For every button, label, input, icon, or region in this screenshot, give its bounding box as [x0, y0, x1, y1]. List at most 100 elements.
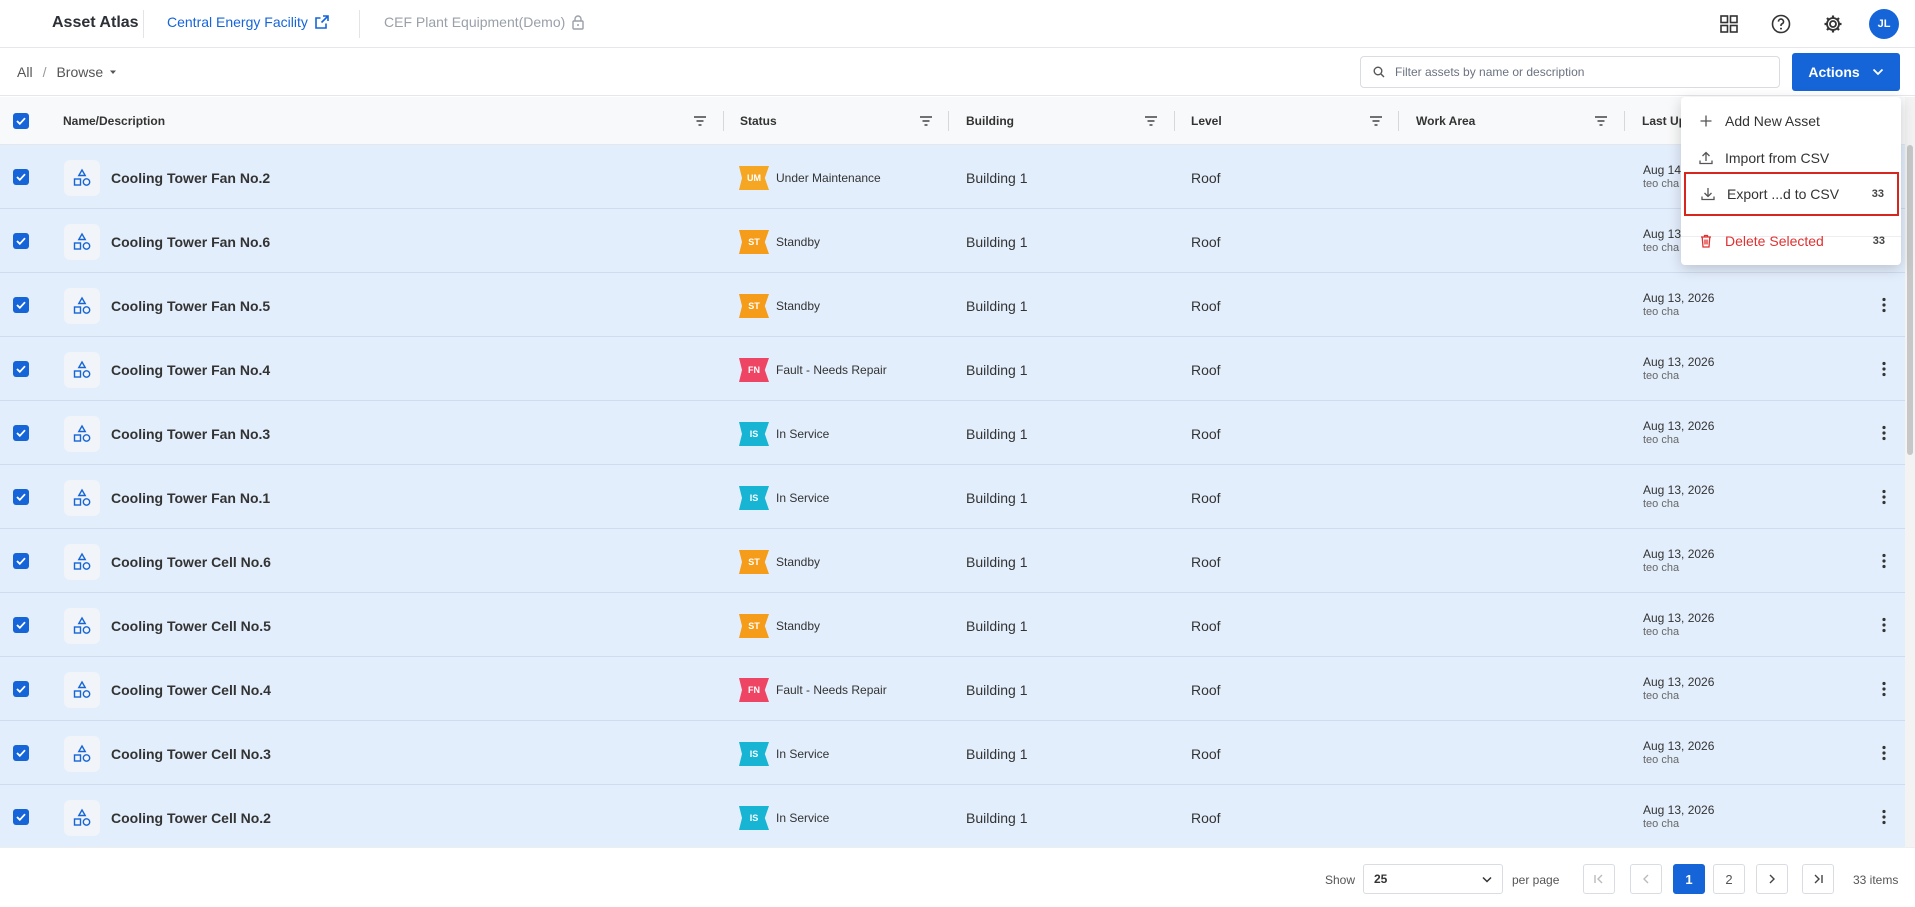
row-checkbox[interactable] — [13, 361, 29, 377]
asset-name[interactable]: Cooling Tower Cell No.4 — [111, 682, 271, 698]
row-menu-icon[interactable] — [1877, 615, 1891, 635]
asset-name[interactable]: Cooling Tower Cell No.3 — [111, 746, 271, 762]
column-header-name[interactable]: Name/Description — [63, 114, 165, 128]
page-button-2[interactable]: 2 — [1713, 864, 1745, 894]
actions-button[interactable]: Actions — [1792, 53, 1900, 91]
scrollbar-thumb[interactable] — [1907, 145, 1913, 455]
search-input[interactable] — [1395, 65, 1755, 79]
asset-name[interactable]: Cooling Tower Fan No.5 — [111, 298, 270, 314]
table-row[interactable]: Cooling Tower Fan No.3 IS In Service Bui… — [0, 401, 1905, 465]
row-checkbox[interactable] — [13, 553, 29, 569]
row-checkbox[interactable] — [13, 617, 29, 633]
download-icon — [1701, 187, 1715, 201]
first-page-button[interactable] — [1583, 864, 1615, 894]
column-header-level[interactable]: Level — [1191, 114, 1222, 128]
asset-name[interactable]: Cooling Tower Cell No.6 — [111, 554, 271, 570]
row-checkbox[interactable] — [13, 233, 29, 249]
updated-date: Aug 13, 2026 — [1643, 419, 1715, 433]
asset-name[interactable]: Cooling Tower Cell No.2 — [111, 810, 271, 826]
table-row[interactable]: Cooling Tower Fan No.2 UM Under Maintena… — [0, 145, 1905, 209]
level-cell: Roof — [1191, 682, 1221, 698]
grid-apps-icon[interactable] — [1713, 8, 1745, 40]
filter-icon[interactable] — [1144, 114, 1158, 128]
plant-selector[interactable]: CEF Plant Equipment(Demo) — [384, 14, 585, 30]
table-row[interactable]: Cooling Tower Cell No.6 ST Standby Build… — [0, 529, 1905, 593]
status-text: In Service — [776, 811, 830, 825]
table-row[interactable]: Cooling Tower Fan No.4 FN Fault - Needs … — [0, 337, 1905, 401]
row-checkbox[interactable] — [13, 425, 29, 441]
row-checkbox[interactable] — [13, 681, 29, 697]
row-checkbox[interactable] — [13, 489, 29, 505]
lock-icon — [572, 15, 584, 30]
row-checkbox[interactable] — [13, 809, 29, 825]
asset-shapes-icon — [64, 544, 100, 580]
menu-item-export-csv[interactable]: Export ...d to CSV 33 — [1684, 172, 1899, 216]
site-name[interactable]: Central Energy Facility — [167, 14, 308, 30]
filter-icon[interactable] — [693, 114, 707, 128]
building-cell: Building 1 — [966, 490, 1028, 506]
filter-icon[interactable] — [1594, 114, 1608, 128]
filter-icon[interactable] — [919, 114, 933, 128]
table-row[interactable]: Cooling Tower Cell No.2 IS In Service Bu… — [0, 785, 1905, 847]
asset-name[interactable]: Cooling Tower Fan No.6 — [111, 234, 270, 250]
help-icon[interactable] — [1765, 8, 1797, 40]
updated-by: teo cha — [1643, 498, 1680, 510]
asset-shapes-icon — [64, 736, 100, 772]
chevron-left-icon — [1643, 874, 1649, 884]
row-menu-icon[interactable] — [1877, 295, 1891, 315]
next-page-button[interactable] — [1756, 864, 1788, 894]
table-row[interactable]: Cooling Tower Fan No.6 ST Standby Buildi… — [0, 209, 1905, 273]
prev-page-button[interactable] — [1630, 864, 1662, 894]
status-text: Standby — [776, 619, 821, 633]
level-cell: Roof — [1191, 426, 1221, 442]
column-header-last-updated[interactable]: Last Up — [1642, 114, 1686, 128]
plant-name[interactable]: CEF Plant Equipment(Demo) — [384, 14, 565, 30]
last-page-button[interactable] — [1802, 864, 1834, 894]
asset-name[interactable]: Cooling Tower Fan No.4 — [111, 362, 270, 378]
divider — [143, 10, 144, 38]
page-button-1[interactable]: 1 — [1673, 864, 1705, 894]
row-menu-icon[interactable] — [1877, 743, 1891, 763]
external-link-icon[interactable] — [314, 14, 330, 30]
menu-item-delete-selected[interactable]: Delete Selected 33 — [1681, 223, 1901, 259]
upload-icon — [1699, 151, 1713, 165]
table-row[interactable]: Cooling Tower Fan No.5 ST Standby Buildi… — [0, 273, 1905, 337]
menu-item-add-new-asset[interactable]: Add New Asset — [1681, 103, 1901, 139]
avatar[interactable]: JL — [1869, 9, 1899, 39]
asset-name[interactable]: Cooling Tower Cell No.5 — [111, 618, 271, 634]
row-checkbox[interactable] — [13, 745, 29, 761]
gear-icon[interactable] — [1817, 8, 1849, 40]
asset-shapes-icon — [64, 480, 100, 516]
column-header-building[interactable]: Building — [966, 114, 1014, 128]
column-header-status[interactable]: Status — [740, 114, 777, 128]
caret-down-icon[interactable] — [109, 68, 117, 76]
table-row[interactable]: Cooling Tower Fan No.1 IS In Service Bui… — [0, 465, 1905, 529]
app-title[interactable]: Asset Atlas — [52, 14, 139, 32]
breadcrumb-current[interactable]: Browse — [56, 64, 103, 80]
asset-shapes-icon — [64, 224, 100, 260]
row-checkbox[interactable] — [13, 297, 29, 313]
per-page-label: per page — [1512, 873, 1560, 887]
row-menu-icon[interactable] — [1877, 807, 1891, 827]
row-menu-icon[interactable] — [1877, 487, 1891, 507]
asset-name[interactable]: Cooling Tower Fan No.2 — [111, 170, 270, 186]
site-link[interactable]: Central Energy Facility — [167, 14, 330, 30]
menu-item-import-csv[interactable]: Import from CSV — [1681, 140, 1901, 176]
first-page-icon — [1594, 874, 1603, 884]
search-box[interactable] — [1360, 56, 1780, 88]
row-menu-icon[interactable] — [1877, 551, 1891, 571]
breadcrumb-root[interactable]: All — [17, 64, 33, 80]
select-all-checkbox[interactable] — [13, 97, 29, 145]
row-checkbox[interactable] — [13, 169, 29, 185]
asset-name[interactable]: Cooling Tower Fan No.1 — [111, 490, 270, 506]
row-menu-icon[interactable] — [1877, 359, 1891, 379]
table-row[interactable]: Cooling Tower Cell No.5 ST Standby Build… — [0, 593, 1905, 657]
table-row[interactable]: Cooling Tower Cell No.4 FN Fault - Needs… — [0, 657, 1905, 721]
asset-name[interactable]: Cooling Tower Fan No.3 — [111, 426, 270, 442]
per-page-select[interactable]: 25 — [1363, 864, 1503, 894]
column-header-work-area[interactable]: Work Area — [1416, 114, 1475, 128]
table-row[interactable]: Cooling Tower Cell No.3 IS In Service Bu… — [0, 721, 1905, 785]
row-menu-icon[interactable] — [1877, 679, 1891, 699]
filter-icon[interactable] — [1369, 114, 1383, 128]
row-menu-icon[interactable] — [1877, 423, 1891, 443]
